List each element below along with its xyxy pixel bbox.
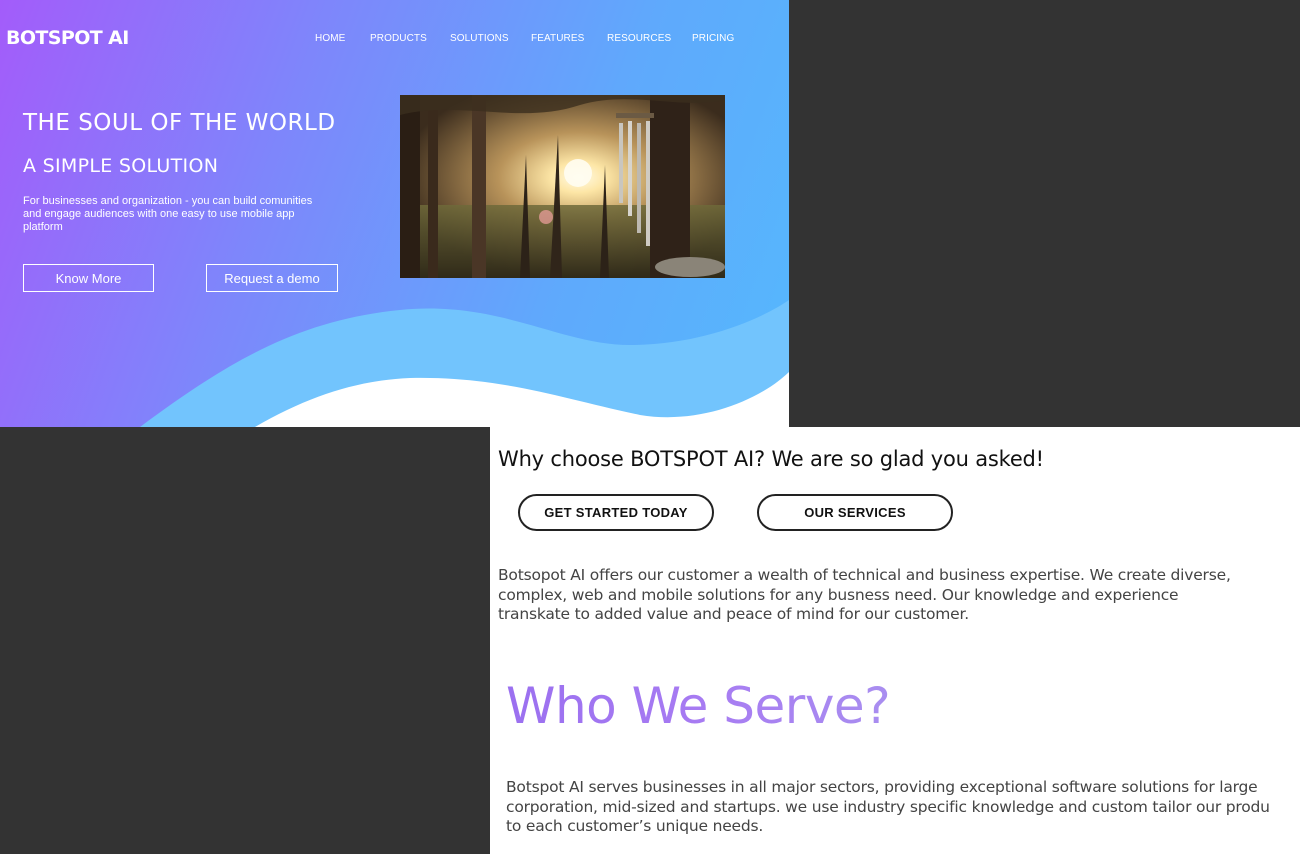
hero-photo	[400, 95, 725, 278]
hero-description-line: platform	[23, 221, 63, 233]
get-started-button[interactable]: GET STARTED TODAY	[518, 494, 714, 531]
paragraph-line: transkate to added value and peace of mi…	[498, 605, 969, 623]
paragraph-line: corporation, mid-sized and startups. we …	[506, 797, 1270, 816]
hero-title: THE SOUL OF THE WORLD	[23, 110, 336, 136]
nav-home[interactable]: HOME	[315, 33, 345, 44]
paragraph-line: Botsopot AI offers our customer a wealth…	[498, 566, 1231, 584]
why-choose-section: Why choose BOTSPOT AI? We are so glad yo…	[490, 427, 1300, 854]
paragraph-line: Botspot AI serves businesses in all majo…	[506, 778, 1258, 796]
nav-features[interactable]: FEATURES	[531, 33, 584, 44]
nav-solutions[interactable]: SOLUTIONS	[450, 33, 509, 44]
hero-section: BOTSPOT AI HOME PRODUCTS SOLUTIONS FEATU…	[0, 0, 789, 427]
who-we-serve-paragraph: Botspot AI serves businesses in all majo…	[506, 778, 1270, 837]
nav-pricing[interactable]: PRICING	[692, 33, 734, 44]
sunset-wind-chime-photo-icon	[400, 95, 725, 278]
nav-products[interactable]: PRODUCTS	[370, 33, 427, 44]
our-services-button[interactable]: OUR SERVICES	[757, 494, 953, 531]
paragraph-line: complex, web and mobile solutions for an…	[498, 585, 1179, 604]
brand-logo[interactable]: BOTSPOT AI	[6, 27, 129, 49]
hero-description-line: For businesses and organization - you ca…	[23, 195, 313, 207]
hero-description-line: and engage audiences with one easy to us…	[23, 208, 295, 220]
paragraph-line: to each customer’s unique needs.	[506, 817, 764, 835]
hero-subtitle: A SIMPLE SOLUTION	[23, 155, 219, 177]
why-choose-heading: Why choose BOTSPOT AI? We are so glad yo…	[498, 447, 1044, 471]
nav-resources[interactable]: RESOURCES	[607, 33, 671, 44]
why-choose-paragraph: Botsopot AI offers our customer a wealth…	[498, 566, 1231, 625]
request-demo-button[interactable]: Request a demo	[206, 264, 338, 292]
who-we-serve-heading: Who We Serve?	[506, 677, 891, 735]
know-more-button[interactable]: Know More	[23, 264, 154, 292]
hero-description: For businesses and organization - you ca…	[23, 195, 363, 234]
